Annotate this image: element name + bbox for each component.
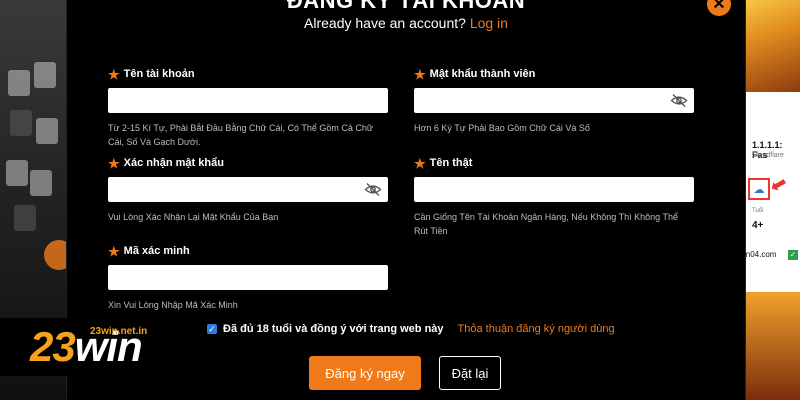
confirm-password-label: ★ Xác nhận mật khẩu <box>108 156 388 170</box>
mahjong-tile <box>36 118 58 144</box>
background-page-right: 1.1.1.1: Fas Cloudflare ☁ ⬅ Tuổi 4+ in04… <box>744 0 800 400</box>
confirm-password-label-text: Xác nhận mật khẩu <box>123 157 224 169</box>
account-prompt: Already have an account? <box>304 15 466 31</box>
verify-code-input[interactable] <box>108 265 374 290</box>
verify-code-label-text: Mã xác minh <box>123 245 190 257</box>
check-icon: ✓ <box>788 250 798 260</box>
promo-thumbnails <box>744 292 800 400</box>
required-star-icon: ★ <box>414 66 426 82</box>
mahjong-tile <box>34 62 56 88</box>
username-hint: Từ 2-15 Kí Tự, Phải Bắt Đầu Bằng Chữ Cái… <box>108 123 373 147</box>
real-name-hint: Cần Giống Tên Tài Khoản Ngân Hàng, Nếu K… <box>414 212 679 236</box>
password-label: ★ Mật khẩu thành viên <box>414 67 694 81</box>
login-link[interactable]: Log in <box>470 15 508 31</box>
real-name-label: ★ Tên thật <box>414 156 694 170</box>
confirm-password-field-group: ★ Xác nhận mật khẩu Vui Lòng Xác Nhận Lạ… <box>108 156 388 224</box>
eye-hidden-icon[interactable] <box>670 93 688 108</box>
password-field-group: ★ Mật khẩu thành viên Hơn 6 Ký Tự Phải B… <box>414 67 694 135</box>
logo-number: 23 <box>30 323 76 370</box>
username-input[interactable] <box>108 88 374 113</box>
username-input-wrap <box>108 88 388 113</box>
background-circle <box>44 240 66 270</box>
rating-label: Tuổi <box>752 208 764 214</box>
real-name-input-wrap <box>414 177 694 202</box>
password-input[interactable] <box>414 88 680 113</box>
verify-code-hint: Xin Vui Lòng Nhập Mã Xác Minh <box>108 300 238 310</box>
real-name-input[interactable] <box>414 177 680 202</box>
password-hint: Hơn 6 Ký Tự Phải Bao Gồm Chữ Cái Và Số <box>414 123 590 133</box>
confirm-password-input[interactable] <box>108 177 374 202</box>
mahjong-tile <box>30 170 52 196</box>
required-star-icon: ★ <box>414 155 426 171</box>
logo-domain: 23win.net.in <box>90 326 148 337</box>
register-button[interactable]: Đăng ký ngay <box>309 356 421 390</box>
username-label-text: Tên tài khoản <box>123 68 195 80</box>
app-publisher: Cloudflare <box>752 152 784 159</box>
modal-title: ĐĂNG KÝ TÀI KHOẢN <box>286 0 526 13</box>
verify-code-input-wrap <box>108 265 388 290</box>
rating-value: 4+ <box>752 220 764 231</box>
confirm-password-input-wrap <box>108 177 388 202</box>
eye-hidden-icon[interactable] <box>364 182 382 197</box>
mahjong-tile <box>14 205 36 231</box>
real-name-label-text: Tên thật <box>429 157 473 169</box>
mahjong-tile <box>10 110 32 136</box>
real-name-field-group: ★ Tên thật Cần Giống Tên Tài Khoản Ngân … <box>414 156 694 238</box>
reset-button[interactable]: Đặt lại <box>439 356 501 390</box>
username-label: ★ Tên tài khoản <box>108 67 388 81</box>
username-field-group: ★ Tên tài khoản Từ 2-15 Kí Tự, Phải Bắt … <box>108 67 388 149</box>
agree-text: Đã đủ 18 tuổi và đồng ý với trang web nà… <box>223 323 444 335</box>
required-star-icon: ★ <box>108 155 120 171</box>
verify-code-label: ★ Mã xác minh <box>108 244 388 258</box>
mahjong-tile <box>6 160 28 186</box>
site-text: in04.com <box>744 250 777 259</box>
password-label-text: Mật khẩu thành viên <box>429 68 536 80</box>
verify-code-field-group: ★ Mã xác minh Xin Vui Lòng Nhập Mã Xác M… <box>108 244 388 312</box>
account-prompt-line: Already have an account? Log in <box>67 15 745 31</box>
required-star-icon: ★ <box>108 243 120 259</box>
confirm-password-hint: Vui Lòng Xác Nhận Lại Mật Khẩu Của Bạn <box>108 212 279 222</box>
password-input-wrap <box>414 88 694 113</box>
agree-checkbox[interactable]: ✓ <box>207 324 217 334</box>
terms-link[interactable]: Thỏa thuận đăng ký người dùng <box>458 323 615 335</box>
promo-image <box>744 0 800 92</box>
agree-row: ✓ Đã đủ 18 tuổi và đồng ý với trang web … <box>207 323 615 335</box>
required-star-icon: ★ <box>108 66 120 82</box>
mahjong-tile <box>8 70 30 96</box>
